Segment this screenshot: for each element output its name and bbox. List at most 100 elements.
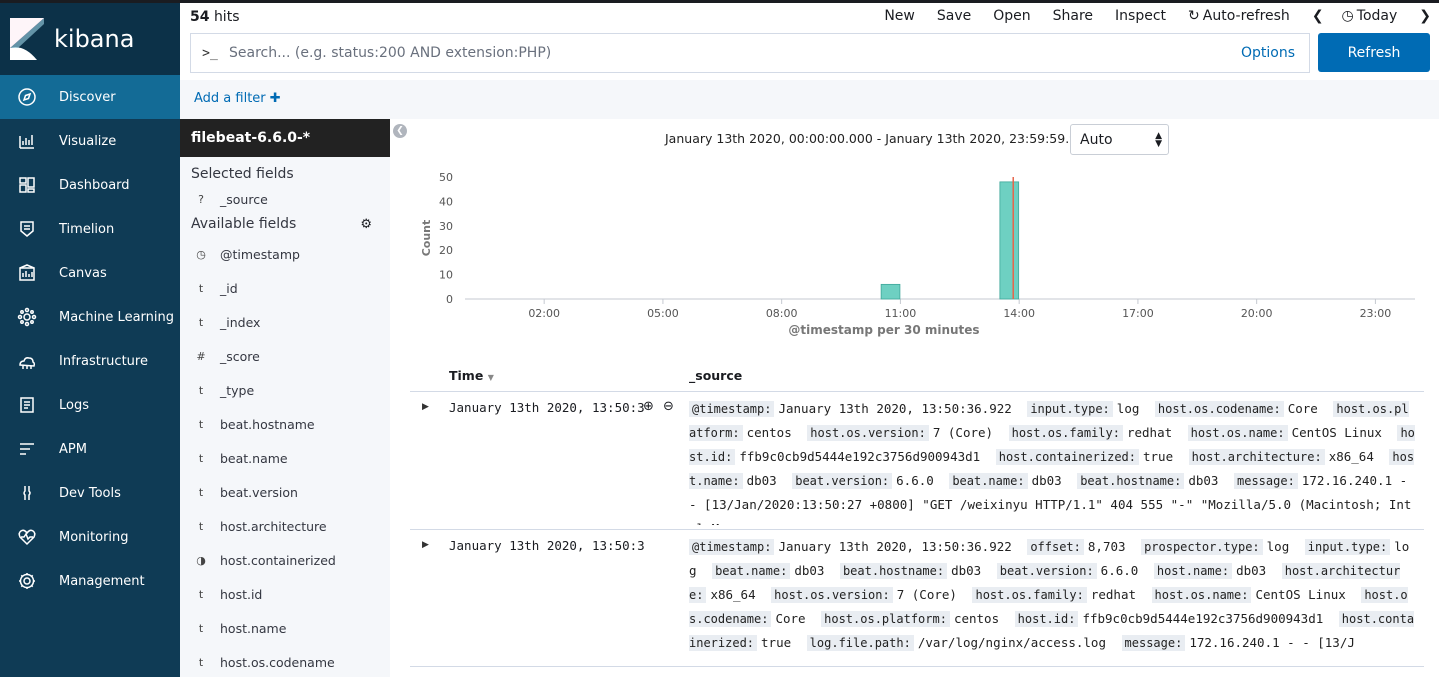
refresh-button[interactable]: Refresh <box>1318 33 1430 72</box>
selected-fields-list: ? _source <box>180 187 390 211</box>
field-item[interactable]: t _index <box>180 305 390 339</box>
search-input[interactable] <box>229 45 1241 61</box>
sidebar-item-apm[interactable]: APM <box>0 427 180 471</box>
gear-icon[interactable]: ⚙ <box>360 217 372 232</box>
x-tick-label: 20:00 <box>1241 307 1273 320</box>
auto-refresh-button[interactable]: ↻ Auto-refresh <box>1188 8 1290 24</box>
x-tick-label: 23:00 <box>1360 307 1392 320</box>
sidebar-item-dev-tools[interactable]: Dev Tools <box>0 471 180 515</box>
timelion-icon <box>16 218 38 240</box>
expand-row-icon[interactable]: ▶ <box>422 540 429 550</box>
x-tick-label: 02:00 <box>528 307 560 320</box>
field-item[interactable]: t host.name <box>180 611 390 645</box>
collapse-sidebar-icon[interactable]: ❮ <box>393 124 407 138</box>
histogram-chart[interactable]: 0 10 20 30 40 50 02:00 05:00 08:00 11:00 14:00 17:0… <box>410 165 1425 345</box>
interval-select[interactable]: Auto ▲ ▼ <box>1070 124 1169 155</box>
available-fields-header: Available fields ⚙ <box>180 211 390 237</box>
x-tick-label: 17:00 <box>1122 307 1154 320</box>
table-row[interactable]: ▶January 13th 2020, 13:50:36.922⊕⊖@times… <box>410 392 1424 530</box>
field-type-icon: t <box>198 621 204 635</box>
histogram-bar <box>880 283 901 300</box>
search-bar: >_ Options <box>190 33 1310 73</box>
sidebar-item-timelion[interactable]: Timelion <box>0 207 180 251</box>
sidebar-item-discover[interactable]: Discover <box>0 75 180 119</box>
inspect-button[interactable]: Inspect <box>1115 8 1166 24</box>
sidebar-item-logs[interactable]: Logs <box>0 383 180 427</box>
sidebar-item-canvas[interactable]: Canvas <box>0 251 180 295</box>
row-source: @timestamp: January 13th 2020, 13:50:36.9… <box>689 397 1415 525</box>
source-field-key: offset: <box>1027 539 1084 555</box>
field-type-icon: # <box>196 349 206 363</box>
field-item[interactable]: t beat.name <box>180 441 390 475</box>
source-field-key: @timestamp: <box>689 401 775 417</box>
y-tick-label: 0 <box>446 293 453 306</box>
interval-value: Auto <box>1080 131 1113 148</box>
column-time-label: Time <box>449 368 484 383</box>
field-item[interactable]: t host.id <box>180 577 390 611</box>
options-button[interactable]: Options <box>1241 45 1295 61</box>
dev-tools-icon <box>16 482 38 504</box>
field-item[interactable]: t beat.version <box>180 475 390 509</box>
save-button[interactable]: Save <box>937 8 971 24</box>
field-type-icon: ◑ <box>196 553 206 567</box>
open-button[interactable]: Open <box>993 8 1030 24</box>
source-field-key: message: <box>1234 473 1298 489</box>
field-name: _source <box>220 191 268 207</box>
sidebar-item-label: Machine Learning <box>59 309 174 325</box>
source-field-value: 6.6.0 <box>896 473 934 488</box>
chevron-left-icon[interactable]: ❮ <box>1312 8 1324 24</box>
field-item[interactable]: # _score <box>180 339 390 373</box>
y-axis-label: Count <box>420 220 433 257</box>
kibana-logo-icon <box>10 18 44 60</box>
field-type-icon: t <box>198 281 204 295</box>
field-item[interactable]: t host.os.codename <box>180 645 390 677</box>
field-item[interactable]: ◷ @timestamp <box>180 237 390 271</box>
source-field-value: CentOS Linux <box>1291 425 1382 440</box>
source-field-key: log.file.path: <box>806 635 914 651</box>
sidebar-item-management[interactable]: Management <box>0 559 180 603</box>
sidebar-item-visualize[interactable]: Visualize <box>0 119 180 163</box>
plus-icon: ✚ <box>269 91 281 106</box>
field-name: host.os.codename <box>220 654 335 670</box>
field-type-icon: t <box>198 587 204 601</box>
chevron-right-icon[interactable]: ❯ <box>1419 8 1431 24</box>
source-field-key: host.os.version: <box>771 587 893 603</box>
machine-learning-icon <box>16 306 38 328</box>
field-item[interactable]: t _id <box>180 271 390 305</box>
source-field-value: log <box>1116 401 1140 416</box>
source-field-key: host.os.platform: <box>821 611 950 627</box>
today-button[interactable]: ◷ Today <box>1342 8 1398 24</box>
apm-icon <box>16 438 38 460</box>
sidebar-item-monitoring[interactable]: Monitoring <box>0 515 180 559</box>
hits-number: 54 <box>190 9 210 25</box>
source-field-value: 7 (Core) <box>896 587 957 602</box>
field-item[interactable]: t _type <box>180 373 390 407</box>
sidebar-item-dashboard[interactable]: Dashboard <box>0 163 180 207</box>
source-field-value: Core <box>775 611 806 626</box>
field-item[interactable]: t beat.hostname <box>180 407 390 441</box>
field-item[interactable]: ? _source <box>180 187 390 211</box>
column-time-header[interactable]: Time ▼ <box>449 368 494 383</box>
source-field-key: host.os.name: <box>1187 425 1288 441</box>
index-pattern-selector[interactable]: filebeat-6.6.0-* <box>180 119 390 157</box>
source-field-key: host.architecture: <box>1188 449 1325 465</box>
zoom-in-icon[interactable]: ⊕ <box>643 399 654 414</box>
x-axis-label: @timestamp per 30 minutes <box>788 323 979 337</box>
sidebar-item-machine-learning[interactable]: Machine Learning <box>0 295 180 339</box>
sidebar-item-label: Infrastructure <box>59 353 148 369</box>
table-row[interactable]: ▶January 13th 2020, 13:50:36.922@timesta… <box>410 530 1424 667</box>
share-button[interactable]: Share <box>1053 8 1093 24</box>
zoom-out-icon[interactable]: ⊖ <box>663 399 674 414</box>
add-filter-button[interactable]: Add a filter ✚ <box>194 91 281 106</box>
visualize-icon <box>16 130 38 152</box>
field-item[interactable]: t host.architecture <box>180 509 390 543</box>
field-item[interactable]: ◑ host.containerized <box>180 543 390 577</box>
sidebar: kibana Discover Visualize Dashboard Timelio… <box>0 3 180 677</box>
source-field-value: 6.6.0 <box>1100 563 1139 578</box>
source-field-value: redhat <box>1090 587 1137 602</box>
new-button[interactable]: New <box>884 8 915 24</box>
expand-row-icon[interactable]: ▶ <box>422 402 429 412</box>
brand[interactable]: kibana <box>0 3 180 75</box>
sidebar-item-infrastructure[interactable]: Infrastructure <box>0 339 180 383</box>
field-type-icon: t <box>198 519 204 533</box>
